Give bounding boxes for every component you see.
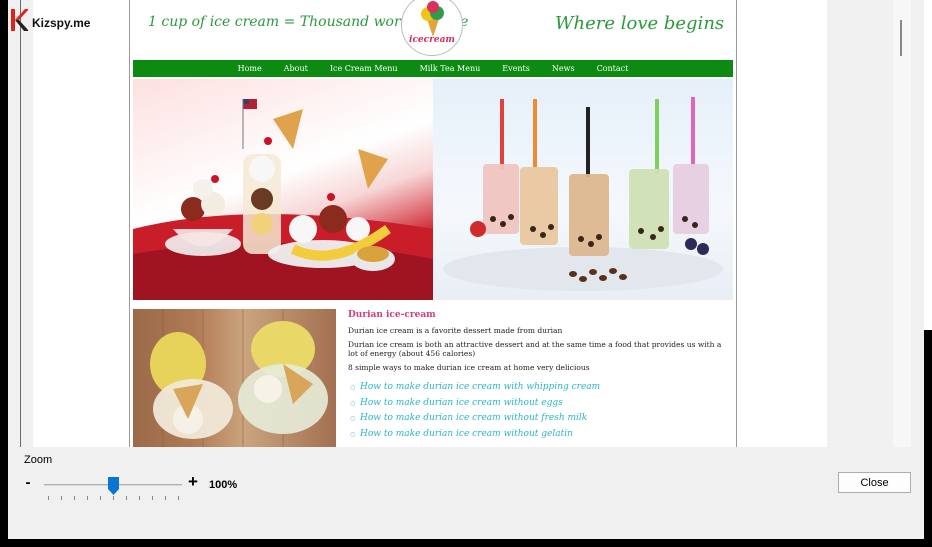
nav-contact[interactable]: Contact — [586, 64, 640, 73]
article-link-list: How to make durian ice cream with whippi… — [348, 380, 728, 442]
logo-text: icecream — [409, 35, 455, 45]
nav-ice-cream-menu[interactable]: Ice Cream Menu — [319, 64, 409, 73]
screenshot-canvas: 1 cup of ice cream = Thousand words of l… — [33, 0, 827, 447]
zoom-value: 100% — [209, 479, 238, 491]
nav-home[interactable]: Home — [227, 64, 273, 73]
article-paragraph: Durian ice cream is both an attractive d… — [348, 340, 722, 358]
article-paragraph: Durian ice cream is a favorite dessert m… — [348, 326, 563, 335]
banner-milk-tea — [433, 79, 733, 300]
nav-milk-tea-menu[interactable]: Milk Tea Menu — [409, 64, 492, 73]
article-link[interactable]: How to make durian ice cream without gel… — [348, 427, 728, 443]
slider-tick — [152, 496, 153, 500]
slider-tick — [87, 496, 88, 500]
slider-tick — [74, 496, 75, 500]
article: Durian ice-cream Durian ice cream is a f… — [348, 310, 728, 442]
slider-tick — [126, 496, 127, 500]
durian-ice-cream-photo[interactable] — [133, 309, 336, 447]
slider-tick — [100, 496, 101, 500]
site-logo[interactable]: icecream — [401, 0, 463, 56]
slider-tick — [178, 496, 179, 500]
k-logo-icon — [11, 9, 28, 31]
article-link[interactable]: How to make durian ice cream without fre… — [348, 411, 728, 427]
nav-events[interactable]: Events — [491, 64, 541, 73]
zoom-in-button[interactable]: + — [186, 472, 200, 492]
article-paragraph: 8 simple ways to make durian ice cream a… — [348, 363, 590, 372]
banner-ice-cream-sundaes — [133, 79, 433, 300]
zoom-label: Zoom — [24, 454, 53, 466]
nav-news[interactable]: News — [541, 64, 586, 73]
scrollbar-thumb[interactable] — [900, 20, 902, 56]
sundae-illustration — [133, 99, 433, 300]
nav-about[interactable]: About — [273, 64, 319, 73]
webpage: 1 cup of ice cream = Thousand words of l… — [129, 0, 737, 447]
vertical-scrollbar[interactable] — [893, 0, 911, 447]
article-link[interactable]: How to make durian ice cream with whippi… — [348, 380, 728, 396]
brand-name: Kizspy.me — [32, 16, 91, 30]
tagline-right: Where love begins — [555, 13, 725, 34]
slider-tick — [139, 496, 140, 500]
close-button[interactable]: Close — [838, 472, 911, 493]
article-link[interactable]: How to make durian ice cream without egg… — [348, 396, 728, 412]
zoom-slider-thumb[interactable] — [107, 477, 119, 495]
slider-tick — [61, 496, 62, 500]
zoom-out-button[interactable]: - — [22, 474, 34, 491]
viewer-border — [20, 0, 21, 447]
durian-dessert-illustration — [150, 309, 328, 447]
milk-tea-illustration — [443, 97, 723, 291]
site-nav: Home About Ice Cream Menu Milk Tea Menu … — [133, 60, 733, 77]
brand: Kizspy.me — [10, 8, 90, 32]
article-title[interactable]: Durian ice-cream — [348, 310, 728, 320]
slider-tick — [113, 496, 114, 500]
slider-tick — [48, 496, 49, 500]
slider-tick — [165, 496, 166, 500]
